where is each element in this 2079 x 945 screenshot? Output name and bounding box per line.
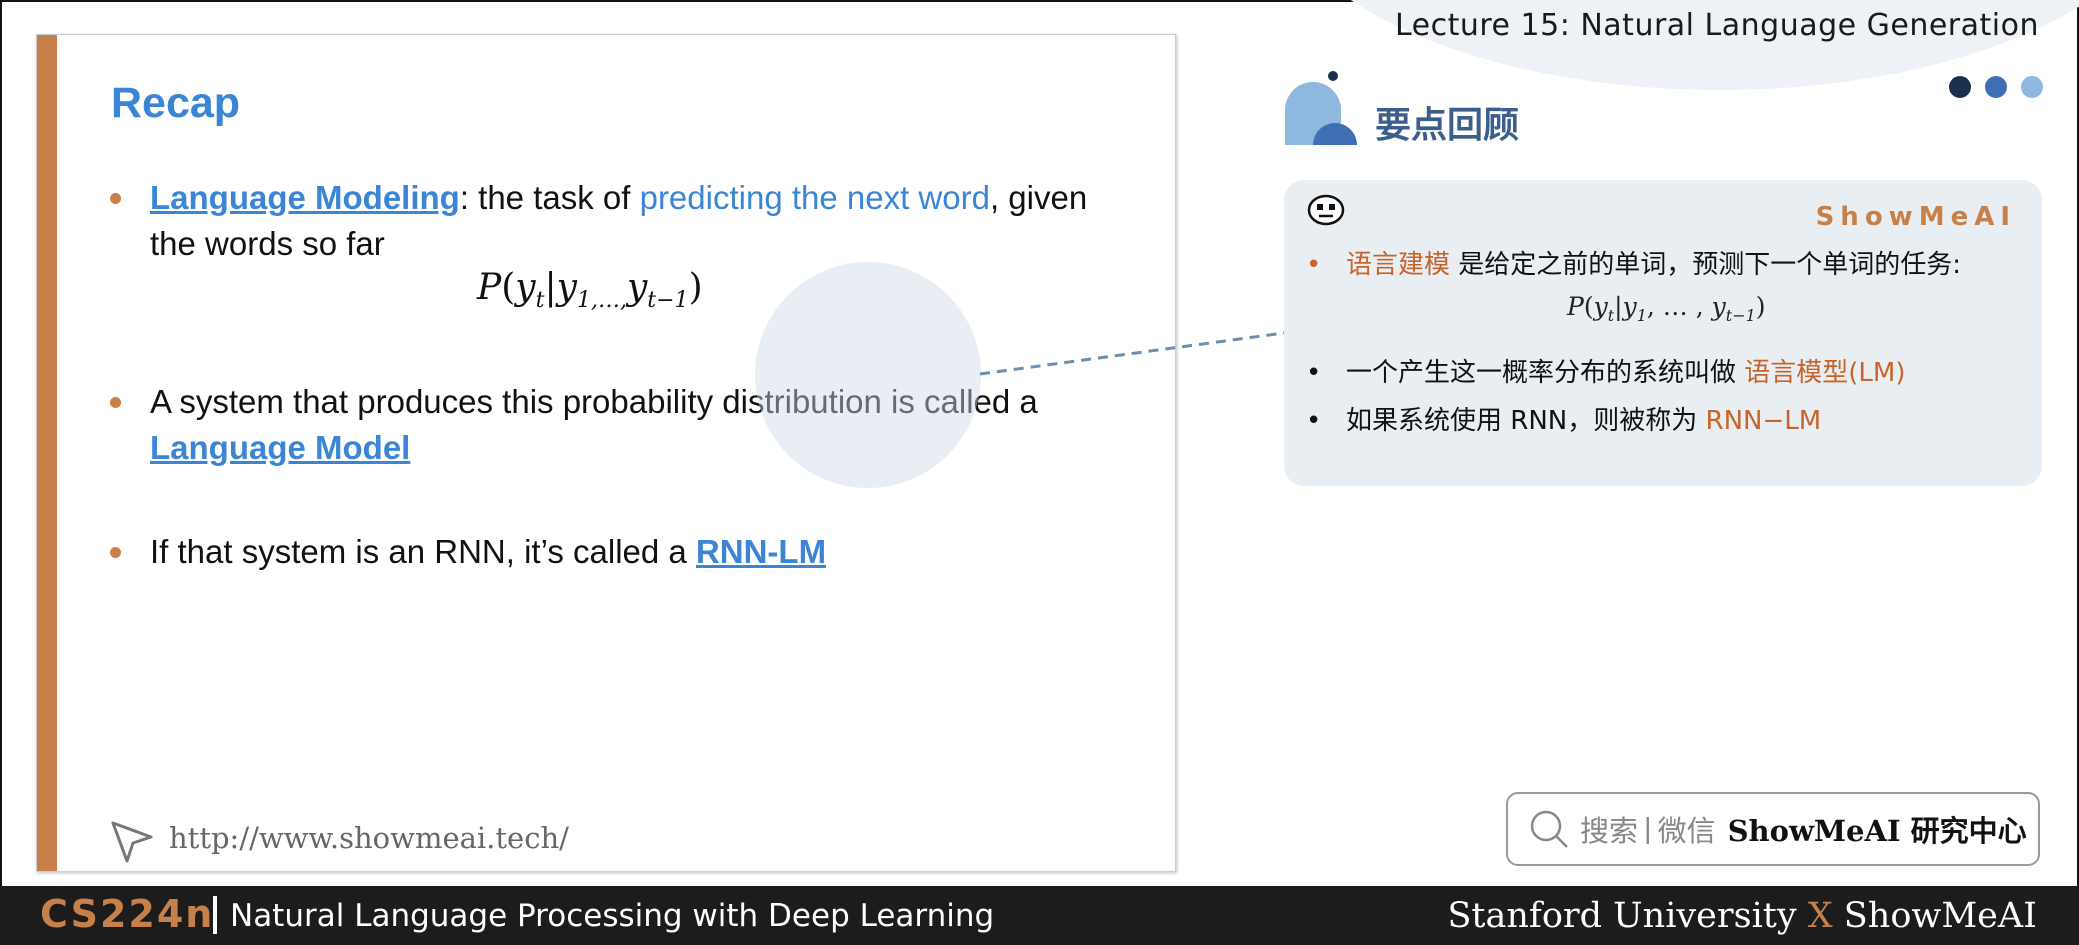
highlight-text: 语言模型(LM) bbox=[1744, 358, 1906, 388]
search-label: 搜索 bbox=[1580, 814, 1639, 848]
summary-item-3: • 如果系统使用 RNN，则被称为 RNN−LM bbox=[1306, 406, 1822, 436]
search-separator: | bbox=[1644, 812, 1652, 845]
item-text: 如果系统使用 RNN，则被称为 bbox=[1346, 406, 1706, 436]
summary-item-2: • 一个产生这一概率分布的系统叫做 语言模型(LM) bbox=[1306, 358, 1906, 388]
search-brand: ShowMeAI 研究中心 bbox=[1727, 814, 2027, 848]
bottom-bar: CS224n Natural Language Processing with … bbox=[0, 886, 2079, 945]
item-text: 一个产生这一概率分布的系统叫做 bbox=[1346, 358, 1745, 388]
bar-divider bbox=[213, 896, 217, 934]
summary-formula: P(yt|y1, … , yt−1) bbox=[1567, 292, 1766, 325]
section-logo-icon bbox=[1285, 71, 1357, 145]
brand-label: ShowMeAI bbox=[1815, 202, 2016, 232]
credit-line: Stanford University X ShowMeAI bbox=[1447, 896, 2037, 936]
highlight-text: RNN−LM bbox=[1705, 406, 1822, 436]
summary-item-1: • 语言建模 是给定之前的单词，预测下一个单词的任务: bbox=[1306, 250, 1962, 280]
wechat-label: 微信 bbox=[1657, 814, 1716, 848]
search-icon bbox=[1530, 810, 1568, 848]
item-text: 是给定之前的单词，预测下一个单词的任务: bbox=[1450, 250, 1962, 280]
robot-icon bbox=[1307, 194, 1345, 226]
highlight-text: 语言建模 bbox=[1346, 250, 1451, 280]
search-box[interactable]: 搜索 | 微信 ShowMeAI 研究中心 bbox=[1506, 792, 2040, 866]
course-name: Natural Language Processing with Deep Le… bbox=[230, 898, 995, 934]
course-code: CS224n bbox=[40, 892, 215, 936]
summary-panel: ShowMeAI • 语言建模 是给定之前的单词，预测下一个单词的任务: P(yt… bbox=[1284, 180, 2042, 486]
section-title: 要点回顾 bbox=[1375, 105, 1520, 146]
